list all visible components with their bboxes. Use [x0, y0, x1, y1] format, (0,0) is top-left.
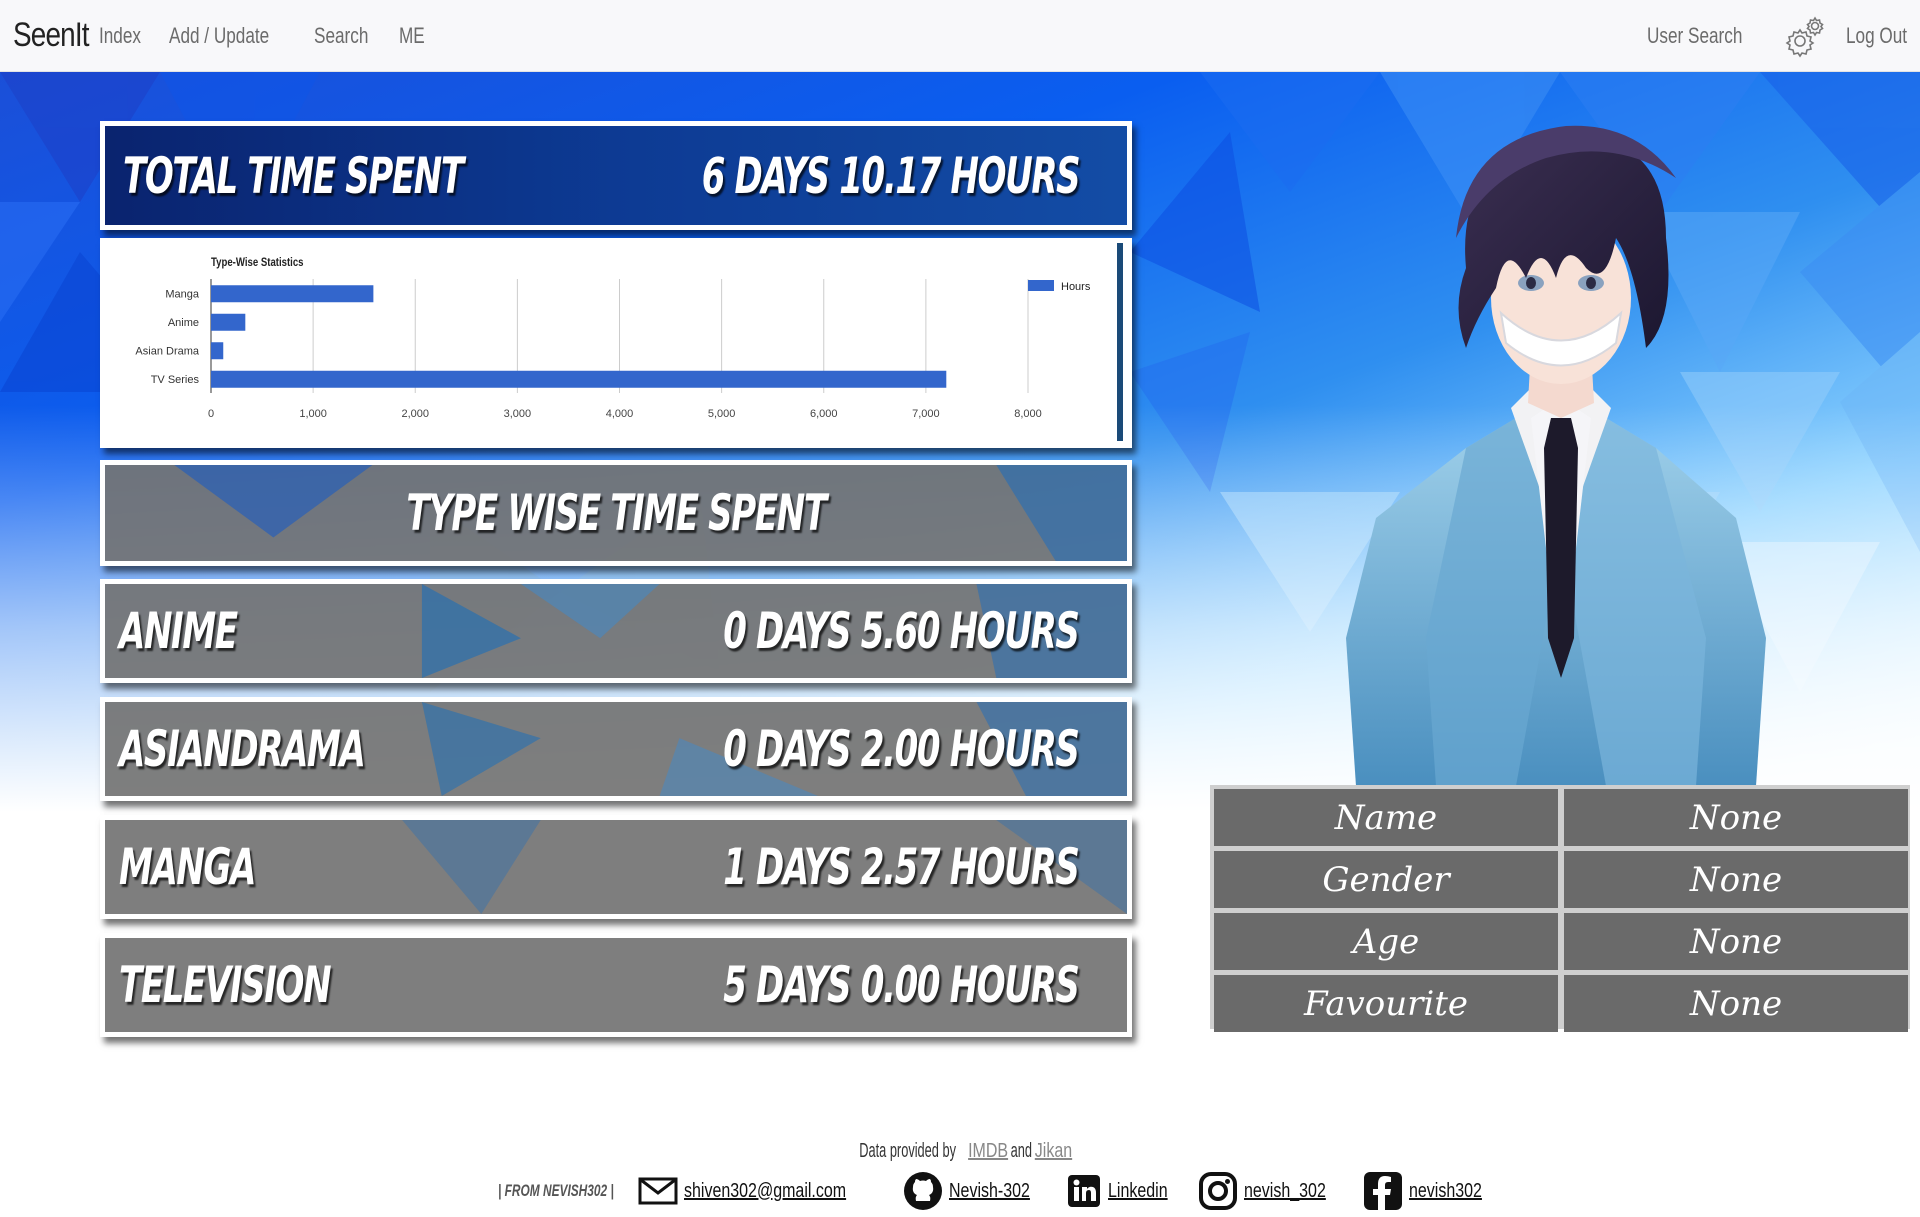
row-anime: Anime 0 Days 5.60 Hours	[100, 579, 1132, 683]
chart-bar[interactable]	[211, 313, 246, 331]
profile-key-age: Age	[1214, 913, 1558, 970]
facebook-icon	[1363, 1172, 1402, 1210]
profile-key-name: Name	[1214, 789, 1558, 846]
legend-swatch	[1028, 280, 1054, 291]
row-value: 0 Days 2.00 Hours	[723, 720, 1081, 778]
x-tick-label: 7,000	[912, 408, 940, 420]
profile-value-favourite: None	[1564, 975, 1908, 1032]
type-wise-chart-panel: Type-Wise Statistics Manga Anime Asian Dra…	[100, 238, 1132, 448]
row-label: Manga	[119, 838, 256, 896]
chart-tick-labels: 0 1,000 2,000 3,000 4,000 5,000 6,000 7,000 8,00…	[208, 408, 1042, 420]
x-tick-label: 4,000	[606, 408, 634, 420]
nav-me[interactable]: ME	[399, 23, 425, 49]
nav-right: User Search Log Out	[1647, 0, 1920, 72]
user-search-link[interactable]: User Search	[1647, 23, 1742, 49]
nav-index[interactable]: Index	[99, 23, 141, 49]
profile-value-name: None	[1564, 789, 1908, 846]
mail-icon	[638, 1177, 678, 1205]
profile-key-gender: Gender	[1214, 851, 1558, 908]
x-tick-label: 1,000	[299, 408, 327, 420]
from-credit: | FROM NEVISH302 |	[498, 1181, 614, 1200]
total-time-panel: Total Time Spent 6 Days 10.17 Hours	[100, 121, 1132, 230]
facebook-link[interactable]: nevish302	[1363, 1171, 1500, 1211]
type-wise-bar-chart: Type-Wise Statistics Manga Anime Asian Dra…	[135, 256, 1091, 420]
profile-value-age: None	[1564, 913, 1908, 970]
nav-add-update[interactable]: Add / Update	[169, 23, 269, 49]
y-category-label: TV Series	[151, 374, 200, 386]
profile-key-favourite: Favourite	[1214, 975, 1558, 1032]
row-value: 1 Days 2.57 Hours	[723, 838, 1081, 896]
row-value: 5 Days 0.00 Hours	[723, 956, 1081, 1014]
x-tick-label: 3,000	[504, 408, 532, 420]
instagram-link[interactable]: nevish_302	[1198, 1171, 1346, 1211]
y-category-label: Anime	[168, 317, 199, 329]
chart-category-labels: Manga Anime Asian Drama TV Series	[135, 288, 199, 386]
profile-character-image	[1346, 125, 1766, 786]
total-time-label: Total Time Spent	[123, 146, 464, 205]
row-television: Television 5 Days 0.00 Hours	[100, 933, 1132, 1037]
x-tick-label: 0	[208, 408, 214, 420]
chart-bar[interactable]	[211, 285, 374, 303]
row-value: 0 Days 5.60 Hours	[723, 602, 1081, 660]
github-icon	[903, 1172, 942, 1210]
logout-link[interactable]: Log Out	[1846, 23, 1907, 49]
chart-legend: Hours	[1028, 280, 1091, 293]
type-wise-title: Type Wise Time Spent	[406, 484, 827, 542]
row-asiandrama: AsianDrama 0 Days 2.00 Hours	[100, 697, 1132, 801]
footer-contacts: | FROM NEVISH302 | shiven302@gmail.com N…	[498, 1170, 1516, 1212]
chart-bars	[211, 285, 947, 388]
type-wise-title-panel: Type Wise Time Spent	[100, 460, 1132, 566]
row-label: Anime	[119, 602, 238, 660]
chart-scroll-accent	[1117, 243, 1123, 441]
linkedin-link[interactable]: Linkedin	[1066, 1173, 1183, 1209]
imdb-link[interactable]: IMDB	[968, 1140, 1008, 1162]
chart-bar[interactable]	[211, 342, 224, 360]
row-label: Television	[119, 956, 332, 1014]
github-link[interactable]: Nevish-302	[903, 1171, 1050, 1211]
brand-logo[interactable]: SeenIt	[13, 16, 90, 55]
total-time-value: 6 Days 10.17 Hours	[701, 146, 1080, 205]
settings-gear-icon[interactable]	[1784, 14, 1828, 58]
nav-search[interactable]: Search	[314, 23, 368, 49]
nav-links: Index Add / Update Search ME	[99, 23, 448, 49]
chart-bar[interactable]	[211, 370, 947, 388]
instagram-icon	[1199, 1172, 1238, 1210]
navbar: SeenIt Index Add / Update Search ME User…	[0, 0, 1920, 72]
row-manga: Manga 1 Days 2.57 Hours	[100, 815, 1132, 919]
chart-title: Type-Wise Statistics	[211, 256, 304, 269]
x-tick-label: 6,000	[810, 408, 838, 420]
data-provided-prefix: Data provided by IMDB and Jikan	[859, 1140, 1073, 1162]
y-category-label: Manga	[165, 288, 200, 300]
x-tick-label: 2,000	[401, 408, 429, 420]
email-link[interactable]: shiven302@gmail.com	[638, 1176, 887, 1206]
linkedin-icon	[1067, 1175, 1100, 1207]
x-tick-label: 5,000	[708, 408, 736, 420]
x-tick-label: 8,000	[1014, 408, 1042, 420]
jikan-link[interactable]: Jikan	[1035, 1140, 1072, 1162]
and-text: and	[1011, 1140, 1033, 1162]
profile-value-gender: None	[1564, 851, 1908, 908]
y-category-label: Asian Drama	[135, 345, 199, 357]
profile-table: Name None Gender None Age None Favourite…	[1210, 785, 1910, 1032]
legend-label: Hours	[1061, 281, 1091, 293]
data-provided-line: Data provided by IMDB and Jikan	[0, 1140, 1920, 1163]
row-label: AsianDrama	[119, 720, 366, 778]
